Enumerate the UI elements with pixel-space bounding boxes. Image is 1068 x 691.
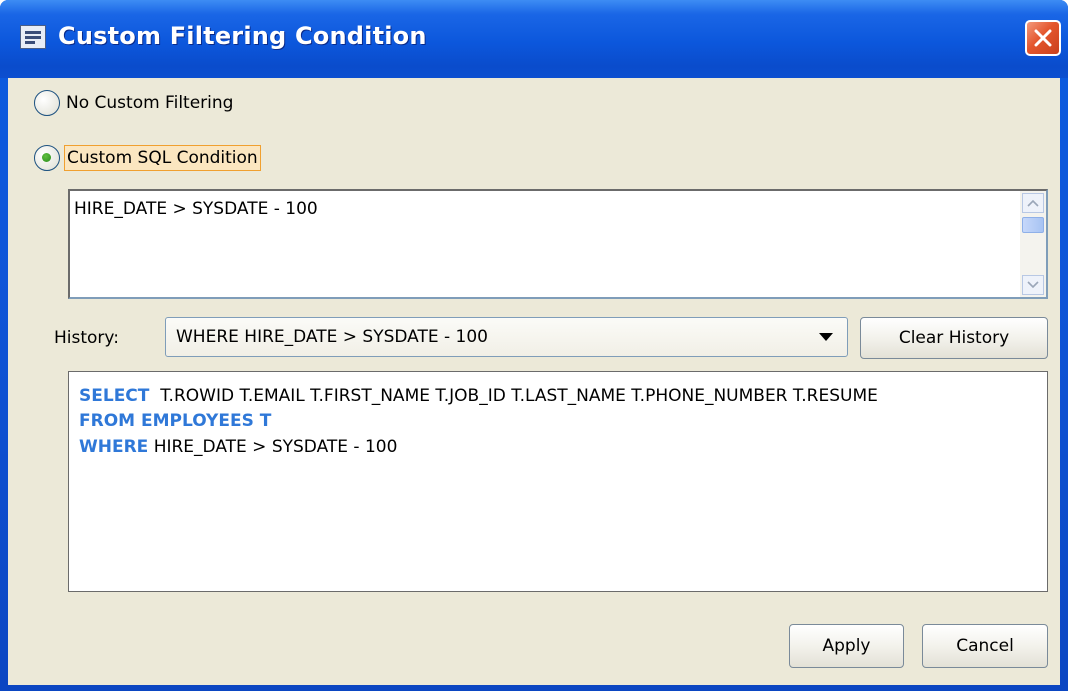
dialog-app-icon bbox=[20, 25, 46, 49]
vertical-scrollbar[interactable] bbox=[1020, 191, 1046, 297]
chevron-down-icon bbox=[1027, 281, 1039, 289]
radio-selected-dot bbox=[42, 153, 51, 162]
sql-select-keyword: SELECT bbox=[79, 386, 150, 406]
history-selected-value: WHERE HIRE_DATE > SYSDATE - 100 bbox=[176, 327, 489, 347]
custom-sql-condition-option[interactable]: Custom SQL Condition bbox=[34, 145, 261, 171]
no-custom-filtering-option[interactable]: No Custom Filtering bbox=[34, 90, 235, 116]
chevron-up-icon bbox=[1027, 199, 1039, 207]
sql-where-line: WHERE HIRE_DATE > SYSDATE - 100 bbox=[79, 437, 397, 457]
sql-from-line: FROM EMPLOYEES T bbox=[79, 411, 271, 431]
history-dropdown[interactable]: WHERE HIRE_DATE > SYSDATE - 100 bbox=[165, 317, 848, 357]
no-custom-filtering-label: No Custom Filtering bbox=[66, 93, 234, 113]
sql-where-condition: HIRE_DATE > SYSDATE - 100 bbox=[153, 437, 398, 457]
close-button[interactable] bbox=[1025, 20, 1061, 56]
apply-button[interactable]: Apply bbox=[789, 624, 904, 668]
title-bar[interactable]: Custom Filtering Condition bbox=[0, 0, 1068, 78]
sql-preview-pane: SELECT T.ROWID T.EMAIL T.FIRST_NAME T.JO… bbox=[68, 371, 1048, 592]
history-label: History: bbox=[54, 328, 119, 348]
dialog-window: Custom Filtering Condition No Custom Fil… bbox=[0, 0, 1068, 691]
sql-condition-text[interactable]: HIRE_DATE > SYSDATE - 100 bbox=[74, 199, 318, 219]
sql-condition-textarea[interactable]: HIRE_DATE > SYSDATE - 100 bbox=[68, 189, 1048, 299]
scroll-up-button[interactable] bbox=[1022, 193, 1044, 213]
custom-sql-condition-radio[interactable] bbox=[34, 145, 60, 171]
sql-from-clause: FROM EMPLOYEES T bbox=[79, 411, 272, 431]
dialog-body: No Custom Filtering Custom SQL Condition… bbox=[8, 78, 1060, 685]
clear-history-button[interactable]: Clear History bbox=[860, 317, 1048, 359]
sql-select-columns: T.ROWID T.EMAIL T.FIRST_NAME T.JOB_ID T.… bbox=[160, 386, 878, 406]
no-custom-filtering-radio[interactable] bbox=[34, 90, 60, 116]
scroll-thumb[interactable] bbox=[1022, 217, 1044, 233]
sql-select-line: SELECT T.ROWID T.EMAIL T.FIRST_NAME T.JO… bbox=[79, 386, 878, 406]
window-title: Custom Filtering Condition bbox=[58, 22, 427, 50]
window-bottom-frame bbox=[0, 685, 1068, 691]
scroll-down-button[interactable] bbox=[1022, 275, 1044, 295]
close-icon bbox=[1034, 29, 1052, 47]
cancel-button[interactable]: Cancel bbox=[922, 624, 1048, 668]
custom-sql-condition-label: Custom SQL Condition bbox=[64, 145, 261, 171]
sql-where-keyword: WHERE bbox=[79, 437, 149, 457]
dropdown-arrow-icon[interactable] bbox=[819, 333, 833, 341]
